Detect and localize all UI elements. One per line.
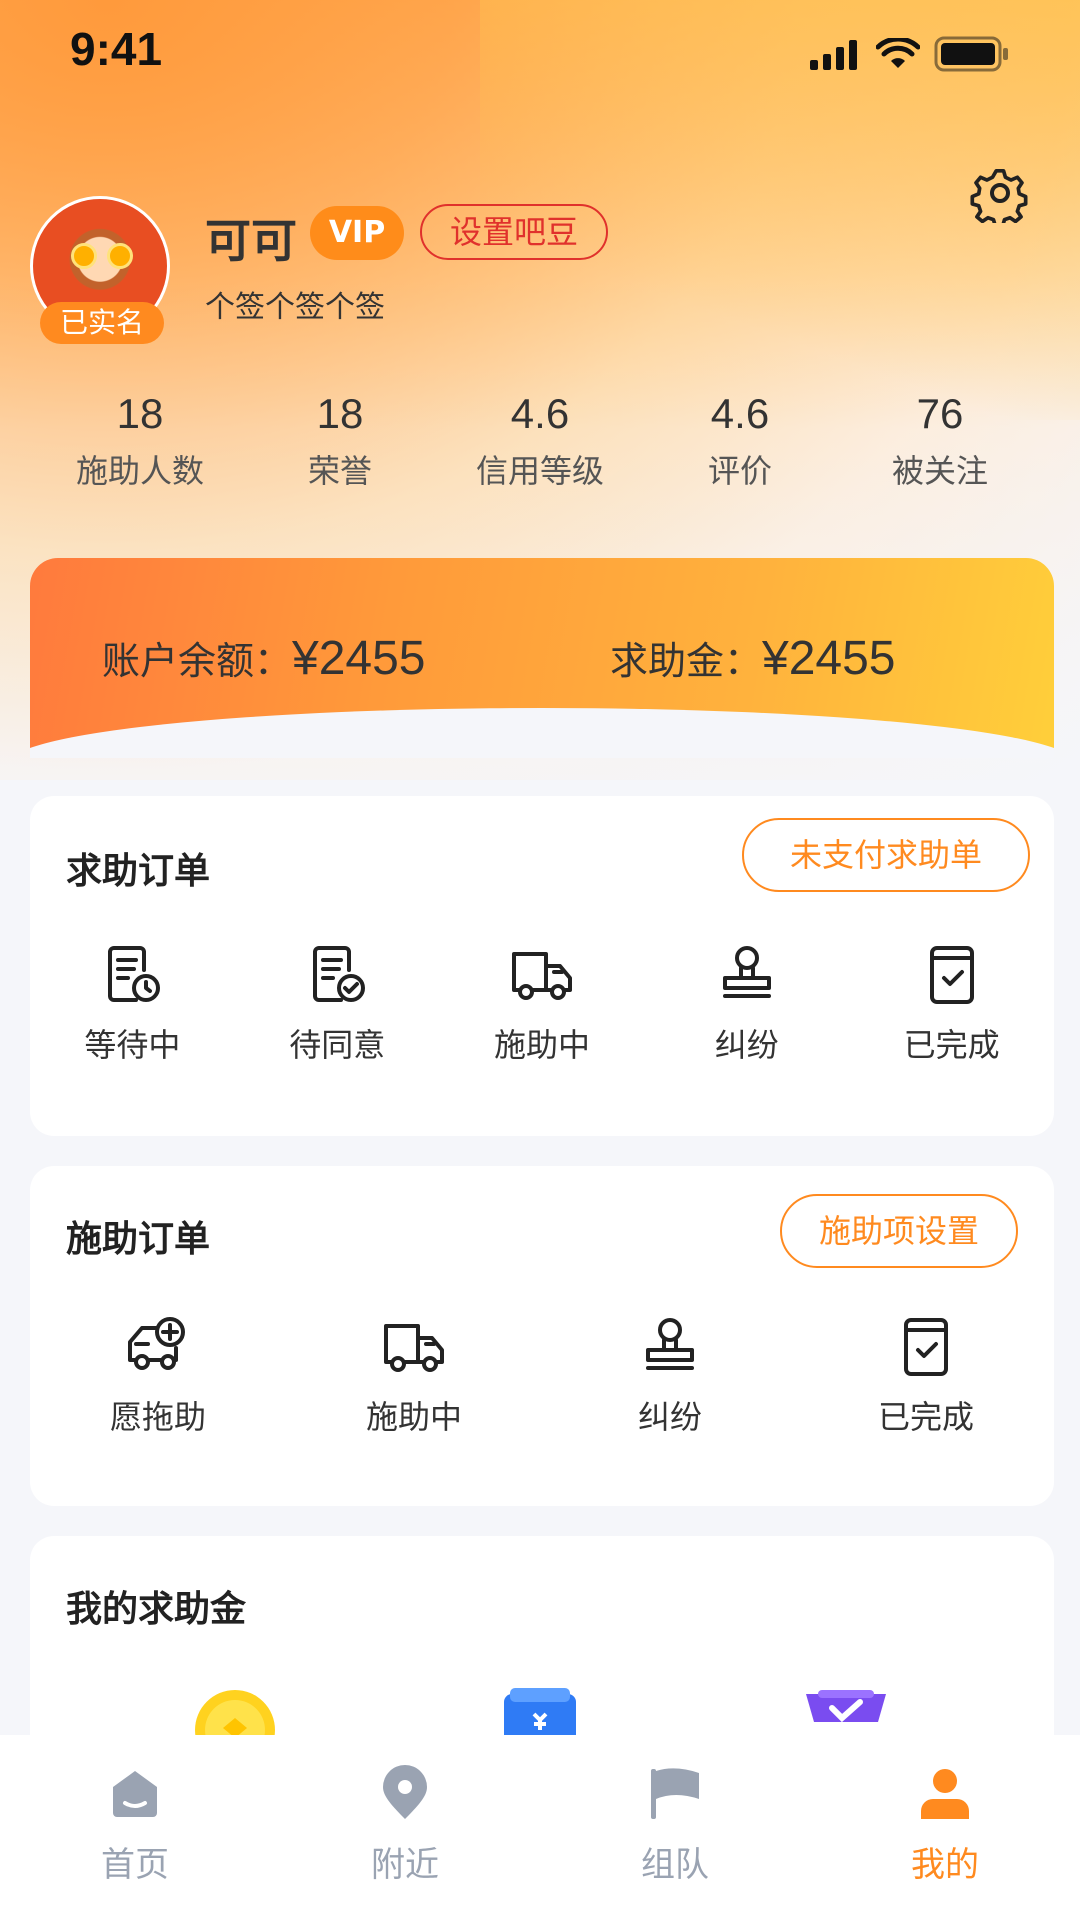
help-orders-icons: 等待中 待同意 施助中 纠纷 已完成 <box>30 942 1054 1066</box>
flag-icon <box>651 1768 699 1819</box>
order-status-dispute[interactable]: 纠纷 <box>644 942 849 1066</box>
unpaid-orders-button[interactable]: 未支付求助单 <box>742 818 1030 892</box>
assist-status-willing[interactable]: 愿拖助 <box>30 1314 286 1438</box>
help-fund-label: 求助金： <box>610 639 763 683</box>
stat-label: 施助人数 <box>75 452 204 490</box>
user-name: 可可 <box>205 214 297 268</box>
nav-label: 首页 <box>101 1845 169 1885</box>
clipboard-check-icon <box>929 946 974 1004</box>
order-status-completed[interactable]: 已完成 <box>849 942 1054 1066</box>
account-balance-label: 账户余额： <box>102 639 293 683</box>
stat-label: 荣誉 <box>307 452 372 490</box>
stamp-icon <box>722 946 771 998</box>
stat-label: 信用等级 <box>475 452 604 490</box>
stat-label: 被关注 <box>891 452 988 490</box>
stat-rating[interactable]: 4.6 评价 <box>640 390 840 492</box>
order-status-label: 纠纷 <box>714 1026 779 1064</box>
stats-row: 18 施助人数 18 荣誉 4.6 信用等级 4.6 评价 76 被关注 <box>40 390 1040 492</box>
vip-badge: VIP <box>310 206 404 260</box>
stat-credit-level[interactable]: 4.6 信用等级 <box>440 390 640 492</box>
wifi-icon <box>876 38 920 68</box>
stat-assist-count[interactable]: 18 施助人数 <box>40 390 240 492</box>
assist-status-label: 已完成 <box>877 1398 974 1436</box>
assist-orders-icons: 愿拖助 施助中 纠纷 已完成 <box>30 1314 1054 1438</box>
help-fund-amount: ¥2455 <box>762 632 896 685</box>
nav-nearby[interactable]: 附近 <box>270 1735 540 1920</box>
stat-value: 4.6 <box>710 390 770 437</box>
my-help-fund-title: 我的求助金 <box>66 1589 247 1630</box>
order-status-in-progress[interactable]: 施助中 <box>440 942 645 1066</box>
settings-button[interactable] <box>970 163 1030 228</box>
assist-status-label: 愿拖助 <box>109 1398 206 1436</box>
assist-status-completed[interactable]: 已完成 <box>798 1314 1054 1438</box>
nav-label: 我的 <box>911 1845 979 1885</box>
order-status-label: 已完成 <box>903 1026 1000 1064</box>
signal-icon <box>810 40 857 70</box>
truck-icon <box>511 952 572 1000</box>
account-balance-amount: ¥2455 <box>292 632 426 685</box>
status-time: 9:41 <box>70 23 163 75</box>
truck-plus-icon <box>128 1317 185 1370</box>
assist-settings-button[interactable]: 施助项设置 <box>780 1194 1018 1268</box>
nav-label: 组队 <box>641 1845 709 1885</box>
order-status-label: 等待中 <box>84 1026 181 1064</box>
balance-card[interactable]: 账户余额：¥2455 求助金：¥2455 <box>30 558 1054 758</box>
stat-value: 18 <box>316 390 364 437</box>
order-status-waiting[interactable]: 等待中 <box>30 942 235 1066</box>
nav-team[interactable]: 组队 <box>540 1735 810 1920</box>
assist-orders-title: 施助订单 <box>66 1219 211 1260</box>
bottom-nav: 首页 附近 组队 我的 <box>0 1735 1080 1920</box>
stat-honor[interactable]: 18 荣誉 <box>240 390 440 492</box>
help-fund-balance: 求助金：¥2455 <box>610 630 896 686</box>
order-status-pending[interactable]: 待同意 <box>235 942 440 1066</box>
nav-mine[interactable]: 我的 <box>810 1735 1080 1920</box>
stat-value: 18 <box>116 390 164 437</box>
avatar-decoration <box>107 243 133 269</box>
assist-status-in-progress[interactable]: 施助中 <box>286 1314 542 1438</box>
nav-home[interactable]: 首页 <box>0 1735 270 1920</box>
home-icon <box>113 1771 157 1817</box>
assist-status-label: 施助中 <box>365 1398 462 1436</box>
order-status-label: 待同意 <box>289 1026 386 1064</box>
nav-label: 附近 <box>371 1845 439 1885</box>
assist-orders-card: 施助订单 施助项设置 愿拖助 施助中 纠纷 已完成 <box>30 1166 1054 1506</box>
doc-check-icon <box>313 946 366 1002</box>
account-balance: 账户余额：¥2455 <box>102 630 426 686</box>
stat-followers[interactable]: 76 被关注 <box>840 390 1040 492</box>
help-orders-card: 求助订单 未支付求助单 等待中 待同意 施助中 纠纷 已完成 <box>30 796 1054 1136</box>
stat-label: 评价 <box>707 452 772 490</box>
user-icon <box>921 1769 969 1819</box>
verified-badge: 已实名 <box>40 302 164 344</box>
assist-status-label: 纠纷 <box>637 1398 702 1436</box>
status-bar: 9:41 <box>0 0 1080 110</box>
stat-value: 4.6 <box>510 390 570 437</box>
status-icons <box>810 36 1010 72</box>
assist-status-dispute[interactable]: 纠纷 <box>542 1314 798 1438</box>
avatar-decoration <box>71 243 97 269</box>
location-icon <box>383 1765 427 1819</box>
stat-value: 76 <box>916 390 964 437</box>
truck-icon <box>384 1324 444 1372</box>
battery-icon <box>934 36 1008 72</box>
user-signature: 个签个签个签 <box>205 290 385 325</box>
order-status-label: 施助中 <box>493 1026 590 1064</box>
doc-clock-icon <box>108 946 161 1002</box>
gear-icon <box>970 168 1028 228</box>
clipboard-check-icon <box>904 1318 948 1376</box>
set-bean-button[interactable]: 设置吧豆 <box>420 204 608 260</box>
stamp-icon <box>646 1318 694 1370</box>
help-orders-title: 求助订单 <box>66 851 211 892</box>
